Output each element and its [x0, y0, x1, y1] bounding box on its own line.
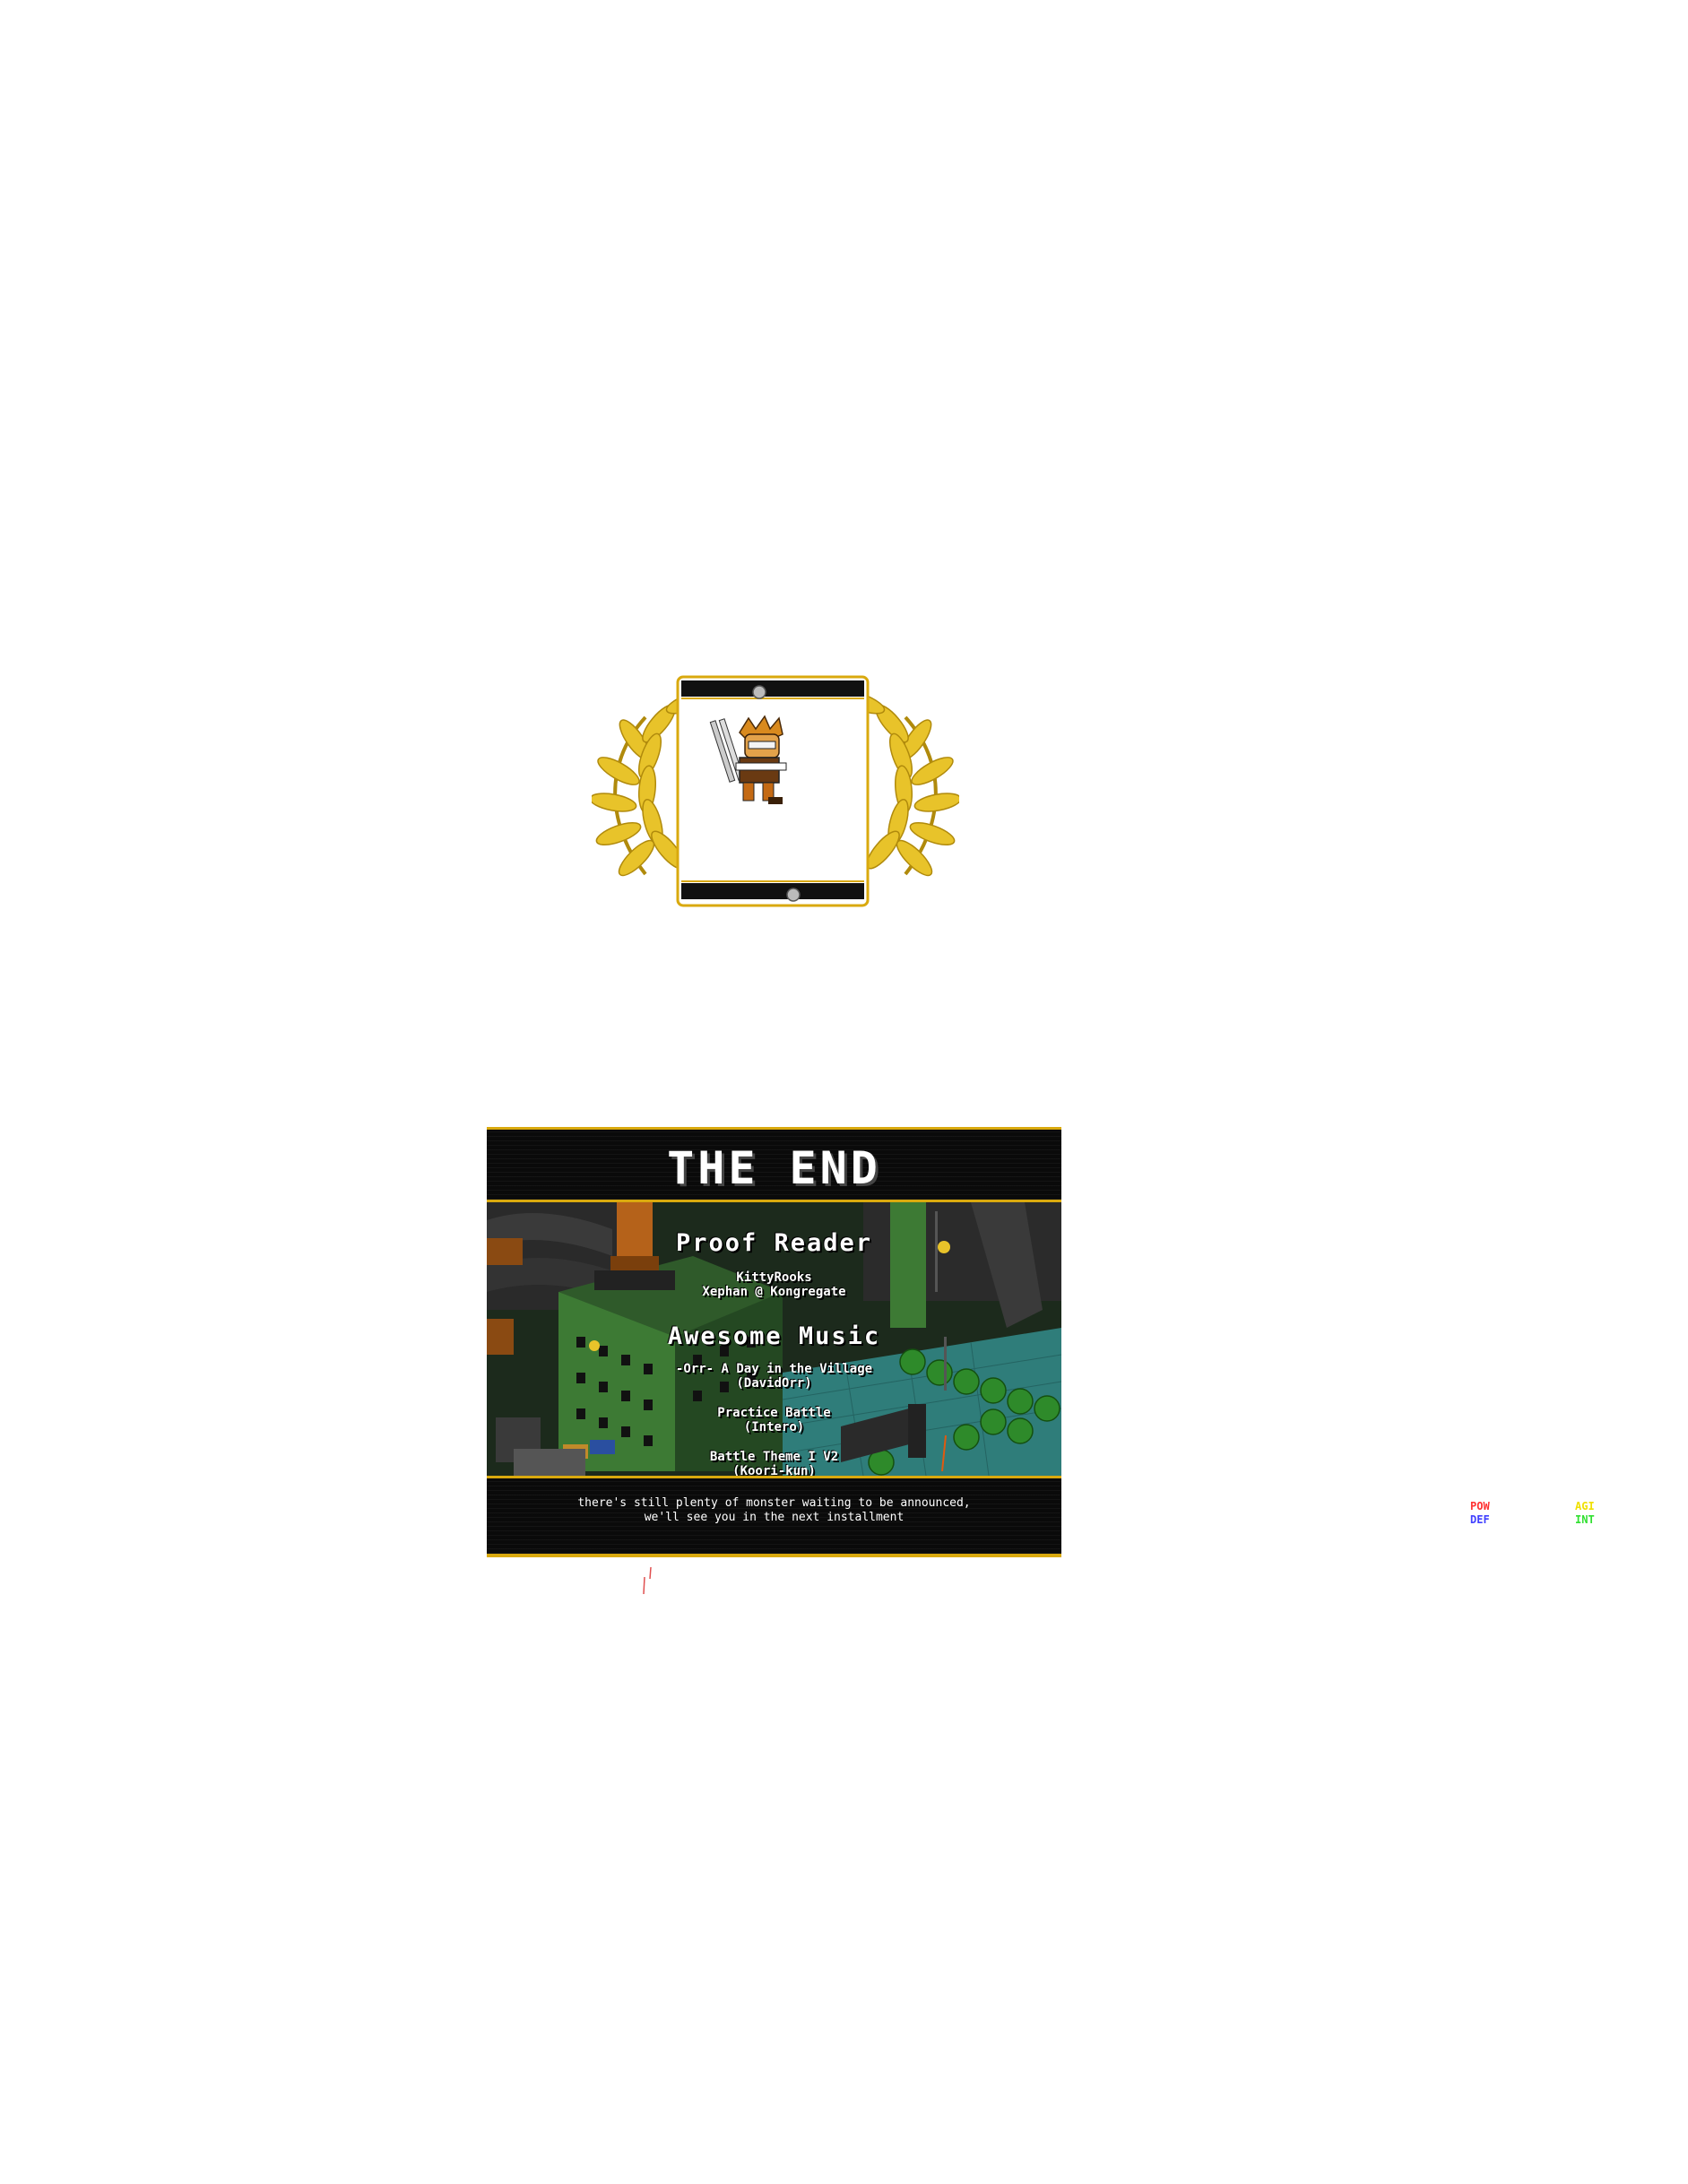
stat-agi: AGI — [1575, 1500, 1595, 1512]
title-bar: THE END — [487, 1127, 1061, 1202]
footer-message: there's still plenty of monster waiting … — [487, 1496, 1061, 1525]
end-title: THE END — [667, 1142, 881, 1194]
track-title: Practice Battle — [717, 1406, 831, 1420]
stat-def: DEF — [1470, 1513, 1490, 1526]
footer-line: we'll see you in the next installment — [644, 1511, 905, 1524]
laurel-wreath-icon — [592, 675, 959, 907]
stat-labels: POW DEF AGI INT — [1470, 1500, 1614, 1530]
stat-int: INT — [1575, 1513, 1595, 1526]
music-heading: Awesome Music — [667, 1322, 881, 1350]
footer-bar: there's still plenty of monster waiting … — [487, 1476, 1061, 1557]
footer-line: there's still plenty of monster waiting … — [577, 1496, 971, 1510]
credit-name: Xephan @ Kongregate — [702, 1285, 846, 1299]
credits-screen: Proof Reader KittyRooks Xephan @ Kongreg… — [487, 1127, 1061, 1557]
credit-name: KittyRooks — [736, 1270, 812, 1285]
track-title: Battle Theme I V2 — [709, 1450, 839, 1464]
track-author: (DavidOrr) — [736, 1376, 812, 1391]
proof-reader-heading: Proof Reader — [675, 1229, 873, 1257]
track-author: (Intero) — [743, 1420, 805, 1434]
trophy-card — [592, 668, 959, 910]
stat-pow: POW — [1470, 1500, 1490, 1512]
red-line-mark — [643, 1566, 652, 1595]
track-title: -Orr- A Day in the Village — [675, 1362, 873, 1376]
